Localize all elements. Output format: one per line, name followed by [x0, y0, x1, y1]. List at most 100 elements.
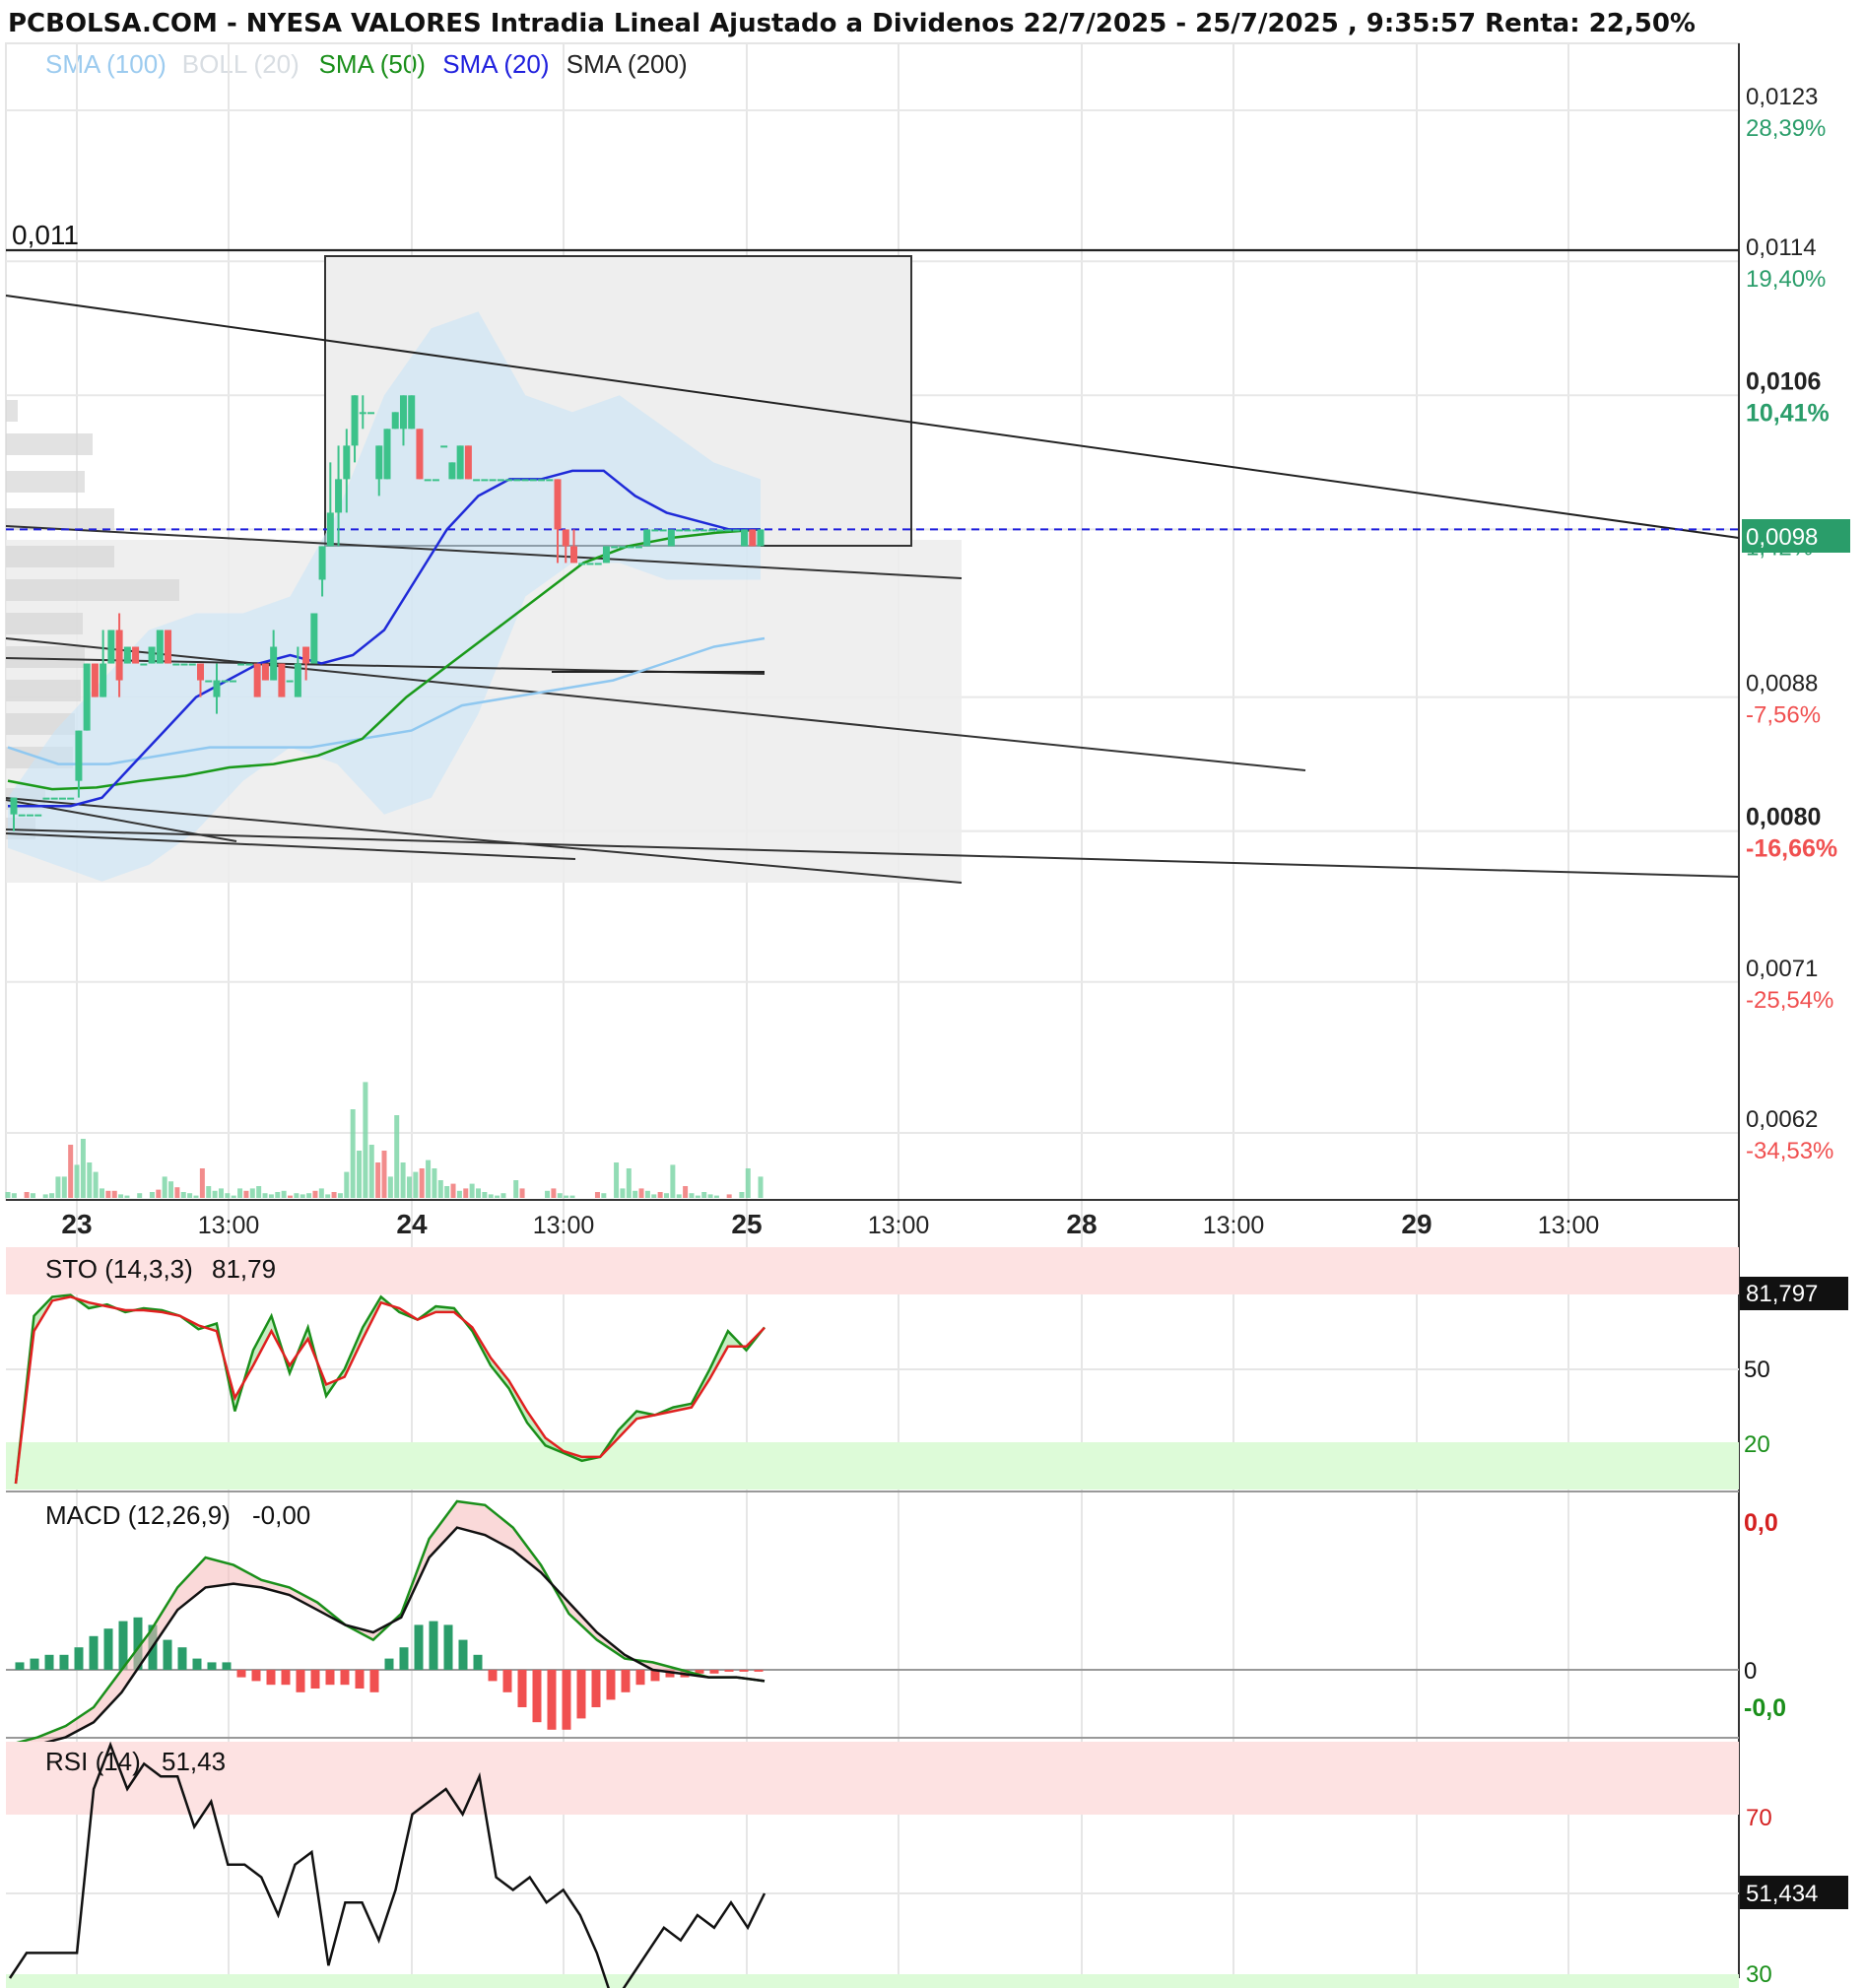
- volume-bar-44: [281, 1190, 287, 1198]
- volume-bar-29: [187, 1193, 193, 1198]
- volume-bar-87: [551, 1188, 557, 1198]
- x-tick-7: 13:00: [1203, 1212, 1265, 1239]
- macd-histogram-bar-49: [739, 1670, 749, 1672]
- candle-body-60: [497, 479, 504, 482]
- volume-bar-33: [212, 1190, 218, 1198]
- macd-histogram-bar-20: [310, 1670, 320, 1689]
- candle-18: [156, 630, 164, 664]
- macd-histogram-bar-12: [192, 1658, 202, 1670]
- volume-bar-28: [180, 1192, 186, 1198]
- volume-bar-11: [74, 1164, 80, 1198]
- macd-histogram-bar-14: [222, 1662, 232, 1670]
- candle-body-39: [326, 512, 334, 547]
- volume-bar-97: [614, 1162, 620, 1198]
- macd-histogram-bar-4: [74, 1647, 84, 1670]
- volume-bar-31: [199, 1168, 205, 1198]
- candle-37: [310, 613, 318, 664]
- candle-46: [383, 429, 391, 480]
- candle-5: [50, 797, 58, 800]
- candle-body-67: [554, 479, 562, 530]
- x-tick-4: 25: [731, 1209, 762, 1239]
- background: [0, 0, 1865, 1988]
- sto-tag-text: 81,797: [1746, 1281, 1818, 1307]
- candle-91: [749, 529, 757, 547]
- volume-bar-49: [312, 1190, 318, 1198]
- candle-body-51: [424, 479, 432, 482]
- candle-body-75: [619, 546, 627, 549]
- volume-profile-bar-4: [6, 546, 114, 567]
- volume-bar-69: [437, 1180, 443, 1198]
- candle-58: [481, 479, 489, 482]
- candle-65: [538, 479, 546, 482]
- macd-histogram-bar-25: [384, 1658, 394, 1670]
- candle-66: [546, 479, 554, 482]
- volume-bar-12: [80, 1139, 86, 1198]
- candle-body-48: [399, 395, 407, 430]
- volume-bar-71: [450, 1183, 456, 1198]
- candle-body-33: [278, 663, 286, 697]
- macd-histogram-bar-33: [502, 1670, 512, 1692]
- candle-body-91: [749, 529, 757, 547]
- candle-body-64: [529, 479, 537, 482]
- volume-bar-105: [664, 1193, 669, 1198]
- volume-bar-14: [93, 1171, 99, 1198]
- candle-body-84: [692, 529, 699, 532]
- candle-31: [261, 663, 269, 681]
- candle-30: [253, 663, 261, 697]
- candle-body-90: [741, 529, 749, 547]
- macd-histogram-bar-15: [236, 1670, 246, 1678]
- candle-49: [408, 395, 416, 430]
- volume-bar-8: [55, 1176, 61, 1198]
- macd-histogram-bar-5: [89, 1635, 99, 1670]
- candle-body-66: [546, 479, 554, 482]
- macd-histogram-bar-39: [591, 1670, 601, 1707]
- candle-body-13: [115, 630, 123, 681]
- volume-profile-bar-8: [6, 680, 81, 701]
- candle-1: [18, 814, 26, 817]
- sto-level-50: 50: [1744, 1357, 1770, 1383]
- candle-56: [464, 445, 472, 480]
- macd-histogram-bar-30: [458, 1639, 468, 1670]
- macd-histogram-bar-36: [547, 1670, 557, 1730]
- candle-body-18: [156, 630, 164, 664]
- volume-bar-56: [357, 1151, 363, 1198]
- volume-bar-64: [406, 1176, 412, 1198]
- candle-body-73: [602, 546, 610, 563]
- candle-body-15: [132, 646, 140, 664]
- macd-histogram-bar-11: [177, 1647, 187, 1670]
- volume-bar-52: [331, 1192, 337, 1198]
- y-tick-price-0: 0,0123: [1746, 84, 1818, 110]
- macd-histogram-bar-23: [355, 1670, 365, 1689]
- candle-body-3: [34, 814, 42, 817]
- candle-22: [188, 663, 196, 666]
- volume-bar-10: [68, 1145, 74, 1198]
- candle-body-24: [205, 680, 213, 683]
- volume-bar-16: [105, 1190, 111, 1198]
- candle-84: [692, 529, 699, 532]
- y-tick-pct-7: -34,53%: [1746, 1138, 1833, 1164]
- macd-value: -0,00: [252, 1500, 310, 1530]
- candle-body-4: [42, 797, 50, 800]
- candle-body-89: [732, 529, 740, 532]
- y-tick-price-1: 0,0114: [1746, 234, 1817, 261]
- volume-bar-79: [500, 1193, 506, 1198]
- stock-chart: PCBOLSA.COM - NYESA VALORES Intradia Lin…: [0, 0, 1865, 1988]
- candle-body-77: [634, 546, 642, 549]
- candle-body-72: [594, 563, 602, 565]
- volume-bar-27: [174, 1187, 180, 1198]
- candle-76: [627, 546, 634, 549]
- sto-label: STO (14,3,3): [45, 1254, 193, 1284]
- candle-19: [165, 630, 172, 664]
- volume-bar-50: [318, 1188, 324, 1198]
- macd-histogram-bar-0: [15, 1662, 25, 1670]
- volume-bar-13: [87, 1162, 93, 1198]
- candle-body-10: [91, 663, 99, 697]
- volume-profile-bar-7: [6, 646, 85, 668]
- candle-33: [278, 663, 286, 697]
- candle-body-54: [448, 462, 456, 480]
- y-tick-price-7: 0,0062: [1746, 1106, 1818, 1133]
- volume-bar-70: [444, 1186, 450, 1198]
- candle-body-49: [408, 395, 416, 430]
- legend-item-1: BOLL (20): [182, 49, 300, 79]
- macd-histogram-bar-24: [369, 1670, 379, 1692]
